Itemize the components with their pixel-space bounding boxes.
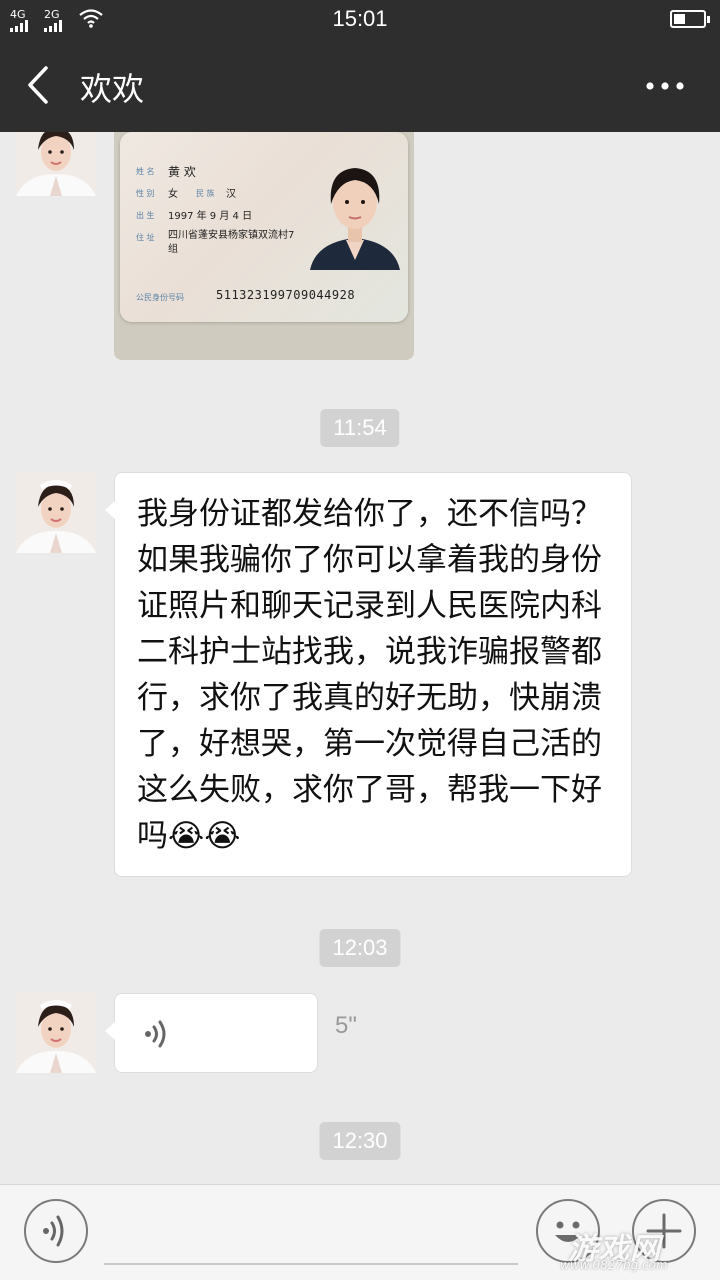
- voice-message-bubble[interactable]: [105, 993, 318, 1073]
- id-ethnicity-label: 民 族: [196, 189, 215, 198]
- message-text: 我身份证都发给你了，还不信吗？如果我骗你了你可以拿着我的身份证照片和聊天记录到人…: [137, 496, 602, 854]
- chevron-left-icon: [28, 66, 48, 104]
- timestamp: 12:03: [319, 929, 401, 967]
- id-birth: 1997 年 9 月 4 日: [168, 211, 253, 222]
- avatar-portrait-image: [16, 473, 96, 553]
- id-birth-label: 出 生: [136, 211, 155, 220]
- timestamp: 12:30: [319, 1122, 401, 1160]
- battery-icon: [670, 10, 710, 28]
- chat-title: 欢欢: [80, 70, 145, 108]
- more-button[interactable]: [640, 66, 690, 106]
- avatar-portrait-image: [16, 993, 96, 1073]
- message-input[interactable]: [104, 1205, 518, 1265]
- id-name-label: 姓 名: [136, 167, 155, 176]
- status-bar: 4G 2G 15:01: [0, 0, 720, 38]
- avatar[interactable]: [16, 473, 96, 553]
- back-button[interactable]: [18, 60, 68, 110]
- watermark-url: www.0827bg.com: [560, 1258, 668, 1272]
- id-card: 姓 名 黄 欢 性 别 女 民 族 汉 出 生 1997 年 9 月 4 日 住…: [120, 132, 408, 322]
- voice-input-icon: [43, 1215, 64, 1247]
- id-gender-label: 性 别: [136, 189, 155, 198]
- status-time: 15:01: [332, 6, 388, 31]
- avatar[interactable]: [16, 132, 96, 196]
- avatar-portrait-image: [16, 132, 96, 196]
- id-card-portrait-image: [310, 168, 400, 270]
- id-address: 四川省蓬安县杨家镇双流村7组: [168, 230, 295, 255]
- avatar[interactable]: [16, 993, 96, 1073]
- id-address-label: 住 址: [136, 233, 155, 242]
- id-gender: 女: [168, 189, 178, 200]
- voice-wave-icon: [145, 1020, 166, 1048]
- id-ethnicity: 汉: [226, 189, 236, 200]
- more-horizontal-icon: [646, 82, 684, 90]
- id-number-label: 公民身份号码: [136, 293, 184, 302]
- timestamp: 11:54: [320, 409, 400, 447]
- chat-header: 欢欢: [0, 38, 720, 132]
- battery-level: [674, 14, 685, 24]
- text-message-bubble[interactable]: 我身份证都发给你了，还不信吗？如果我骗你了你可以拿着我的身份证照片和聊天记录到人…: [105, 472, 632, 877]
- id-name: 黄 欢: [168, 165, 196, 179]
- voice-input-button[interactable]: [24, 1199, 88, 1263]
- id-card-photo[interactable]: 姓 名 黄 欢 性 别 女 民 族 汉 出 生 1997 年 9 月 4 日 住…: [114, 132, 414, 360]
- voice-duration: 5": [335, 1012, 357, 1039]
- id-number: 511323199709044928: [216, 288, 356, 302]
- message-list[interactable]: 姓 名 黄 欢 性 别 女 民 族 汉 出 生 1997 年 9 月 4 日 住…: [0, 132, 720, 1184]
